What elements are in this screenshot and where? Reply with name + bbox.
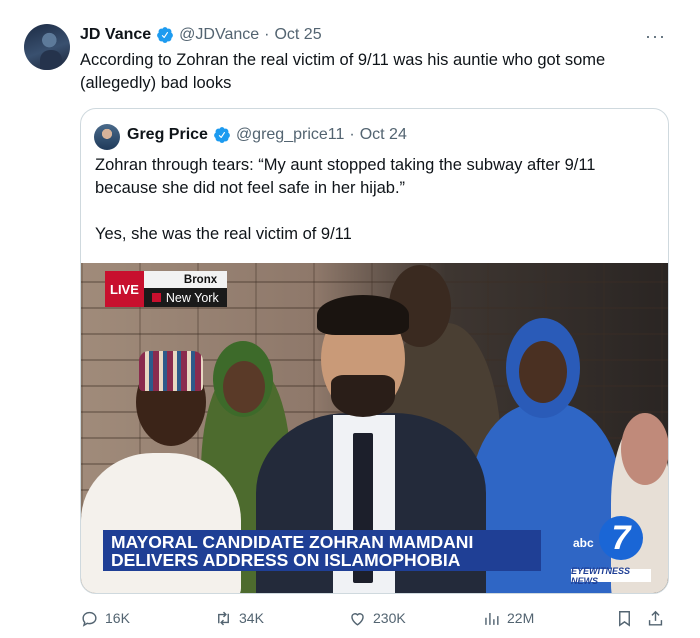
analytics-icon bbox=[485, 612, 499, 625]
heart-icon bbox=[351, 612, 364, 626]
speaker-beard bbox=[331, 375, 395, 417]
location-bottom-text: New York bbox=[165, 290, 219, 305]
quoted-tweet[interactable]: Greg Price @greg_price11 · Oct 24 Zohran… bbox=[80, 108, 669, 594]
tweet-date[interactable]: Oct 25 bbox=[274, 26, 321, 44]
location-top: Bronx bbox=[143, 271, 228, 288]
views-button[interactable]: 22M bbox=[482, 606, 534, 630]
reply-icon bbox=[82, 611, 97, 627]
quoted-text-line bbox=[95, 200, 655, 223]
share-icon bbox=[648, 610, 663, 626]
quoted-text-line: Yes, she was the real victim of 9/11 bbox=[95, 225, 352, 243]
quoted-author-avatar[interactable] bbox=[94, 124, 120, 150]
quoted-tweet-text: Zohran through tears: “My aunt stopped t… bbox=[95, 154, 655, 246]
tweet-text: According to Zohran the real victim of 9… bbox=[80, 51, 606, 92]
verified-badge-icon bbox=[214, 127, 230, 143]
video-thumbnail[interactable]: LIVE Bronx New York MAYORAL CANDIDATE ZO… bbox=[81, 263, 668, 593]
abc7-logo: 7 abc EYEWITNESS NEWS bbox=[571, 516, 651, 586]
speaker-hair bbox=[317, 295, 409, 335]
background-person bbox=[81, 453, 241, 593]
like-count: 230K bbox=[373, 610, 406, 626]
background-person-head bbox=[621, 413, 668, 485]
background-person-face bbox=[223, 361, 265, 413]
abc7-seven: 7 bbox=[599, 516, 643, 560]
background-person-face bbox=[519, 341, 567, 403]
repost-count: 34K bbox=[239, 610, 264, 626]
location-label: Bronx New York bbox=[143, 271, 228, 307]
tweet-actions: 16K 34K 230K 22M bbox=[80, 606, 670, 630]
live-bug: LIVE Bronx New York bbox=[105, 271, 228, 307]
share-button[interactable] bbox=[646, 606, 665, 630]
quoted-author-name[interactable]: Greg Price bbox=[127, 126, 208, 144]
repost-icon bbox=[218, 611, 229, 625]
verified-badge-icon bbox=[157, 27, 174, 43]
news-chyron: MAYORAL CANDIDATE ZOHRAN MAMDANI DELIVER… bbox=[103, 530, 541, 571]
quoted-text-line: Zohran through tears: “My aunt stopped t… bbox=[95, 156, 596, 197]
location-bottom: New York bbox=[143, 288, 228, 307]
reply-button[interactable]: 16K bbox=[80, 606, 130, 630]
bookmark-icon bbox=[619, 610, 630, 627]
author-avatar[interactable] bbox=[24, 24, 70, 70]
more-options-icon[interactable]: ··· bbox=[645, 26, 666, 47]
eyewitness-news-label: EYEWITNESS NEWS bbox=[571, 566, 651, 586]
bookmark-button[interactable] bbox=[615, 606, 634, 630]
live-badge: LIVE bbox=[105, 271, 144, 307]
abc-label: abc bbox=[573, 536, 594, 550]
tweet-header: JD Vance @JDVance · Oct 25 bbox=[80, 24, 322, 46]
reply-count: 16K bbox=[105, 610, 130, 626]
quoted-header-separator: · bbox=[349, 126, 355, 143]
header-separator: · bbox=[264, 26, 270, 43]
repost-button[interactable]: 34K bbox=[214, 606, 264, 630]
quoted-tweet-date[interactable]: Oct 24 bbox=[360, 126, 407, 144]
author-name[interactable]: JD Vance bbox=[80, 26, 151, 44]
quoted-author-handle[interactable]: @greg_price11 bbox=[236, 126, 344, 144]
author-handle[interactable]: @JDVance bbox=[179, 26, 259, 44]
background-person-cap bbox=[139, 351, 203, 391]
quoted-tweet-header: Greg Price @greg_price11 · Oct 24 bbox=[127, 126, 407, 144]
location-marker-icon bbox=[151, 293, 161, 302]
like-button[interactable]: 230K bbox=[348, 606, 406, 630]
tweet: JD Vance @JDVance · Oct 25 ··· According… bbox=[0, 0, 700, 638]
view-count: 22M bbox=[507, 610, 535, 626]
